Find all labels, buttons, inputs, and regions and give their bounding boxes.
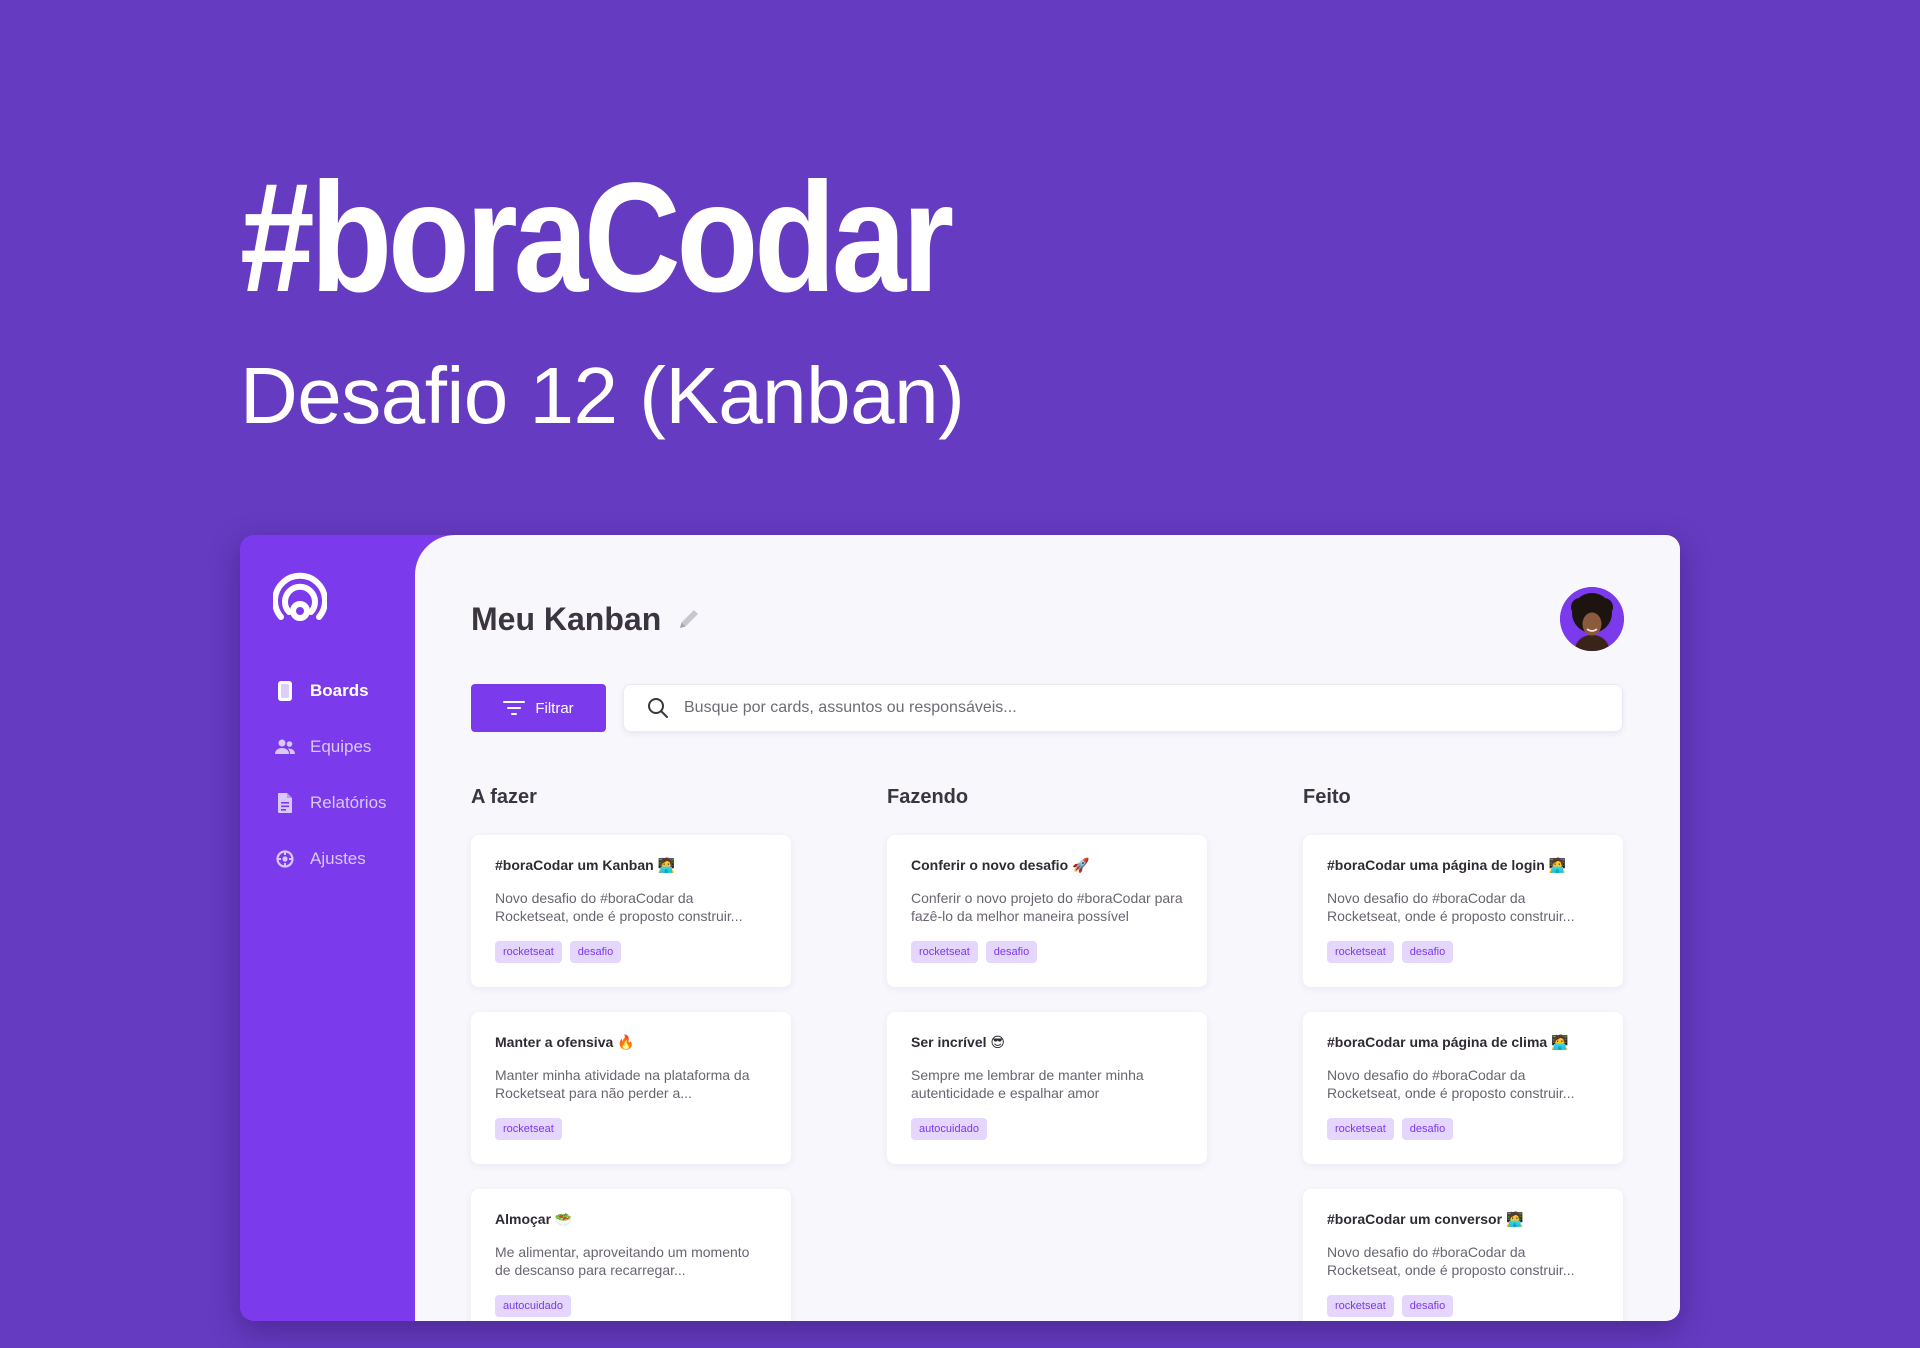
sidebar-item-relatorios[interactable]: Relatórios	[274, 792, 387, 814]
kanban-card[interactable]: #boraCodar uma página de login 🧑‍💻 Novo …	[1303, 835, 1623, 987]
search-icon	[648, 698, 668, 718]
kanban-card[interactable]: Ser incrível 😎 Sempre me lembrar de mant…	[887, 1012, 1207, 1164]
card-description: Novo desafio do #boraCodar da Rocketseat…	[495, 890, 743, 924]
card-tags: rocketseat desafio	[1327, 941, 1599, 963]
card-title: Ser incrível 😎	[911, 1034, 1005, 1050]
sidebar-item-boards[interactable]: Boards	[274, 680, 387, 702]
column-fazendo: Fazendo Conferir o novo desafio 🚀 Confer…	[887, 786, 1207, 1189]
kanban-card[interactable]: Almoçar 🥗 Me alimentar, aproveitando um …	[471, 1189, 791, 1321]
sidebar-item-label: Equipes	[310, 737, 372, 756]
card-title: #boraCodar uma página de login 🧑‍💻	[1327, 857, 1567, 873]
card-description: Sempre me lembrar de manter minha autent…	[911, 1067, 1144, 1101]
report-icon	[274, 792, 296, 814]
card-tags: rocketseat desafio	[1327, 1118, 1599, 1140]
sidebar-item-label: Boards	[310, 681, 369, 700]
app-logo-icon[interactable]	[272, 565, 328, 625]
tag-badge[interactable]: rocketseat	[495, 1118, 562, 1140]
tag-badge[interactable]: desafio	[1401, 1118, 1454, 1140]
hero-subtitle: Desafio 12 (Kanban)	[240, 351, 965, 440]
hero-title: #boraCodar	[240, 151, 954, 325]
column-title: Feito	[1303, 786, 1351, 808]
column-title: Fazendo	[887, 786, 969, 808]
sidebar: Boards Equipes Relatórios Ajustes	[240, 535, 415, 1321]
card-tags: autocuidado	[911, 1118, 1183, 1140]
search-input[interactable]	[682, 698, 1622, 718]
card-tags: rocketseat desafio	[1327, 1295, 1599, 1317]
kanban-card[interactable]: #boraCodar um conversor 🧑‍💻 Novo desafio…	[1303, 1189, 1623, 1321]
sidebar-item-equipes[interactable]: Equipes	[274, 736, 387, 758]
card-description: Novo desafio do #boraCodar da Rocketseat…	[1327, 1067, 1575, 1101]
search-bar[interactable]	[623, 684, 1623, 732]
sidebar-item-label: Ajustes	[310, 849, 366, 868]
card-title: #boraCodar um Kanban 🧑‍💻	[495, 857, 676, 873]
card-tags: rocketseat	[495, 1118, 767, 1140]
filter-button[interactable]: Filtrar	[471, 684, 606, 732]
sidebar-item-label: Relatórios	[310, 793, 387, 812]
filter-icon	[503, 701, 526, 715]
card-title: Almoçar 🥗	[495, 1211, 573, 1227]
kanban-card[interactable]: #boraCodar um Kanban 🧑‍💻 Novo desafio do…	[471, 835, 791, 987]
tag-badge[interactable]: autocuidado	[911, 1118, 987, 1140]
kanban-app-window: Boards Equipes Relatórios Ajustes Meu Ka…	[240, 535, 1680, 1321]
avatar[interactable]	[1560, 587, 1624, 651]
team-icon	[274, 736, 296, 758]
card-description: Novo desafio do #boraCodar da Rocketseat…	[1327, 1244, 1575, 1278]
board-main: Meu Kanban Filtrar Busque por cards, ass…	[415, 535, 1680, 1321]
card-title: Manter a ofensiva 🔥	[495, 1034, 635, 1050]
tag-badge[interactable]: rocketseat	[1327, 1295, 1394, 1317]
tag-badge[interactable]: rocketseat	[1327, 1118, 1394, 1140]
tag-badge[interactable]: desafio	[1401, 1295, 1454, 1317]
tag-badge[interactable]: rocketseat	[495, 941, 562, 963]
card-description: Me alimentar, aproveitando um momento de…	[495, 1244, 750, 1278]
tag-badge[interactable]: rocketseat	[911, 941, 978, 963]
tag-badge[interactable]: desafio	[569, 941, 622, 963]
tag-badge[interactable]: desafio	[985, 941, 1038, 963]
column-a-fazer: A fazer #boraCodar um Kanban 🧑‍💻 Novo de…	[471, 786, 791, 1321]
kanban-card[interactable]: Conferir o novo desafio 🚀 Conferir o nov…	[887, 835, 1207, 987]
card-description: Novo desafio do #boraCodar da Rocketseat…	[1327, 890, 1575, 924]
card-description: Manter minha atividade na plataforma da …	[495, 1067, 750, 1101]
tag-badge[interactable]: rocketseat	[1327, 941, 1394, 963]
card-description: Conferir o novo projeto do #boraCodar pa…	[911, 890, 1183, 924]
settings-icon	[274, 848, 296, 870]
card-tags: rocketseat desafio	[911, 941, 1183, 963]
filter-button-label: Filtrar	[535, 699, 574, 717]
card-tags: autocuidado	[495, 1295, 767, 1317]
card-tags: rocketseat desafio	[495, 941, 767, 963]
column-feito: Feito #boraCodar uma página de login 🧑‍💻…	[1303, 786, 1623, 1321]
tag-badge[interactable]: desafio	[1401, 941, 1454, 963]
kanban-card[interactable]: #boraCodar uma página de clima 🧑‍💻 Novo …	[1303, 1012, 1623, 1164]
card-title: Conferir o novo desafio 🚀	[911, 857, 1090, 873]
card-title: #boraCodar uma página de clima 🧑‍💻	[1327, 1034, 1569, 1050]
column-title: A fazer	[471, 786, 537, 808]
tag-badge[interactable]: autocuidado	[495, 1295, 571, 1317]
sidebar-nav: Boards Equipes Relatórios Ajustes	[274, 680, 387, 904]
page-title: Meu Kanban	[471, 601, 662, 637]
kanban-card[interactable]: Manter a ofensiva 🔥 Manter minha ativida…	[471, 1012, 791, 1164]
pencil-icon[interactable]	[675, 605, 703, 633]
board-icon	[274, 680, 296, 702]
card-title: #boraCodar um conversor 🧑‍💻	[1327, 1211, 1524, 1227]
sidebar-item-ajustes[interactable]: Ajustes	[274, 848, 387, 870]
